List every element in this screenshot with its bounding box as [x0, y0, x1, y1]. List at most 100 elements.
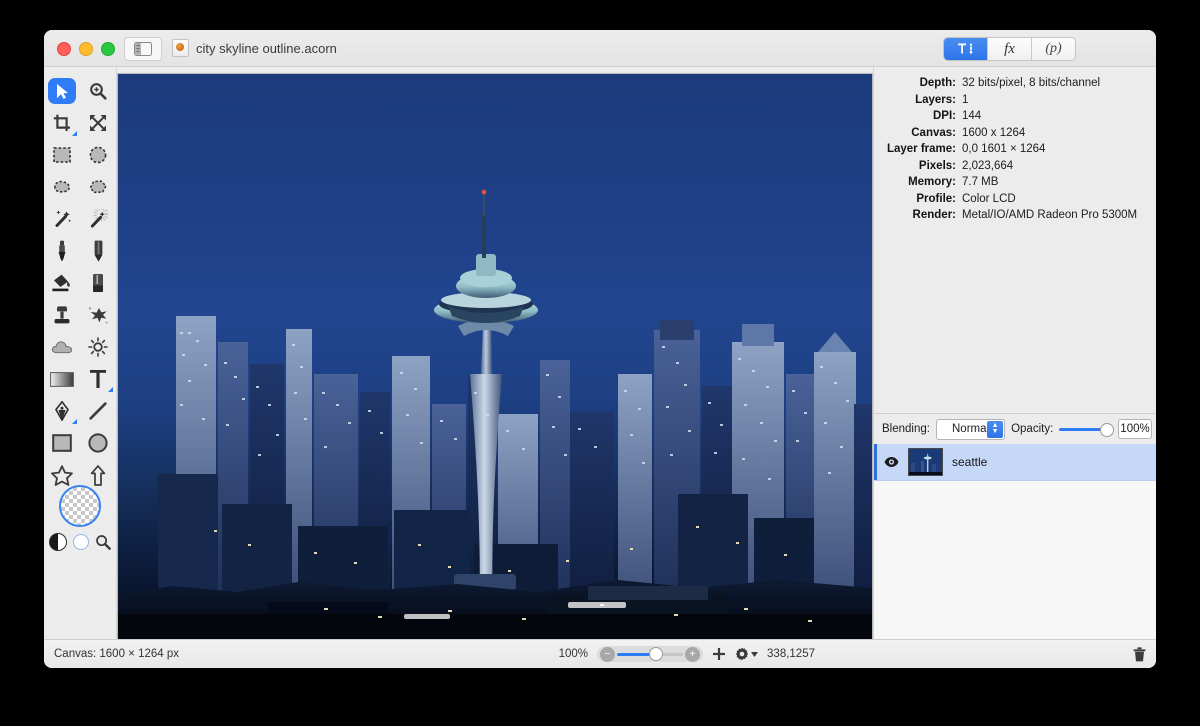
lasso-icon: [49, 175, 75, 199]
zoom-out-icon[interactable]: −: [600, 646, 616, 662]
pencil-tool[interactable]: [80, 235, 116, 267]
cloud-icon: [49, 335, 75, 359]
info-label: Pixels:: [918, 159, 956, 172]
info-row-memory: Memory: 7.7 MB: [874, 176, 1148, 188]
cursor-coordinates: 338,1257: [767, 648, 815, 660]
document-title-text: city skyline outline.acorn: [196, 40, 337, 56]
opacity-value-field[interactable]: 100%: [1118, 419, 1152, 440]
tab-info[interactable]: [944, 38, 988, 60]
color-picker-magnifier-icon[interactable]: [95, 534, 111, 550]
zoom-slider[interactable]: − +: [597, 646, 704, 662]
zoom-in-icon[interactable]: +: [685, 646, 701, 662]
eye-icon[interactable]: [884, 456, 899, 468]
magic-wand-dotted-icon: [85, 207, 111, 231]
transform-tool[interactable]: [80, 107, 116, 139]
opacity-label: Opacity:: [1011, 423, 1054, 436]
info-row-render: Render: Metal/IO/AMD Radeon Pro 5300M: [874, 209, 1148, 221]
circle-icon: [85, 431, 111, 455]
blending-label: Blending:: [882, 423, 930, 436]
image-canvas[interactable]: [117, 73, 873, 645]
move-tool[interactable]: [44, 75, 80, 107]
move-arrows-icon: [85, 111, 111, 135]
dodge-tool[interactable]: [80, 331, 116, 363]
eraser-icon: [85, 271, 111, 295]
crop-tool[interactable]: [44, 107, 80, 139]
info-row-dpi: DPI: 144: [874, 110, 1148, 122]
gradient-tool[interactable]: [44, 363, 80, 395]
brush-tool[interactable]: [44, 235, 80, 267]
title-bar: city skyline outline.acorn fx (p): [44, 30, 1156, 67]
paint-bucket-tool[interactable]: [44, 267, 80, 299]
opacity-slider[interactable]: [1059, 423, 1115, 438]
ellipse-shape-tool[interactable]: [80, 427, 116, 459]
info-label: Layer frame:: [886, 143, 956, 155]
document-title[interactable]: city skyline outline.acorn: [172, 30, 337, 66]
tab-filters[interactable]: fx: [988, 38, 1032, 60]
magic-wand-icon: [49, 207, 75, 231]
zoom-knob[interactable]: [649, 647, 664, 661]
zoom-button[interactable]: [101, 42, 115, 56]
rectangular-select-tool[interactable]: [44, 139, 80, 171]
blur-tool[interactable]: [44, 331, 80, 363]
zoom-level-label: 100%: [558, 648, 589, 660]
zoom-tool[interactable]: [80, 75, 116, 107]
close-button[interactable]: [57, 42, 71, 56]
add-layer-button[interactable]: [712, 647, 726, 661]
magic-wand-tool[interactable]: [44, 203, 80, 235]
info-row-pixels: Pixels: 2,023,664: [874, 160, 1148, 172]
brush-icon: [49, 239, 75, 263]
rectangle-shape-tool[interactable]: [44, 427, 80, 459]
elliptical-select-tool[interactable]: [80, 139, 116, 171]
clone-stamp-tool[interactable]: [44, 299, 80, 331]
color-mini-controls: [49, 533, 111, 551]
arrow-up-icon: [85, 463, 111, 487]
info-label: DPI:: [933, 110, 956, 122]
polygon-lasso-tool[interactable]: [80, 171, 116, 203]
fx-label: fx: [1004, 40, 1015, 57]
ellipse-marquee-icon: [85, 143, 111, 167]
info-row-layer-frame: Layer frame: 0,0 1601 × 1264: [874, 143, 1148, 155]
clone-stamp-icon: [49, 303, 75, 327]
layers-list[interactable]: seattle: [874, 444, 1156, 668]
blending-mode-select[interactable]: Normal ▲ ▼: [935, 418, 1006, 440]
canvas-size-label: Canvas: 1600 × 1264 px: [54, 648, 179, 660]
reset-colors-icon[interactable]: [73, 534, 89, 550]
tab-presets[interactable]: (p): [1032, 38, 1075, 60]
info-label: Canvas:: [911, 126, 956, 139]
select-similar-tool[interactable]: [80, 203, 116, 235]
square-icon: [49, 431, 75, 455]
eraser-tool[interactable]: [80, 267, 116, 299]
layer-actions-button[interactable]: [735, 647, 759, 661]
chevron-down-icon: [751, 651, 759, 657]
pen-tool[interactable]: [44, 395, 80, 427]
half-circle-swatch-icon[interactable]: [49, 533, 67, 551]
info-value: Color LCD: [962, 192, 1016, 205]
minimize-button[interactable]: [79, 42, 93, 56]
inspector-tab-group: fx (p): [943, 37, 1076, 61]
text-tool[interactable]: [80, 363, 116, 395]
polygon-lasso-icon: [85, 175, 111, 199]
sidebar-toggle-button[interactable]: [124, 37, 162, 61]
info-label: Layers:: [915, 93, 956, 106]
line-tool[interactable]: [80, 395, 116, 427]
canvas-area[interactable]: [117, 67, 873, 668]
smudge-tool[interactable]: [80, 299, 116, 331]
window-body: Depth: 32 bits/pixel, 8 bits/channel Lay…: [44, 67, 1156, 668]
opacity-value: 100%: [1120, 423, 1150, 436]
opacity-knob[interactable]: [1100, 423, 1115, 438]
tool-grid: [44, 75, 116, 491]
app-window: city skyline outline.acorn fx (p) Depth:…: [44, 30, 1156, 668]
foreground-color-well[interactable]: [59, 485, 101, 527]
chevron-updown-icon: ▲ ▼: [987, 420, 1004, 438]
info-row-depth: Depth: 32 bits/pixel, 8 bits/channel: [874, 77, 1148, 89]
status-bar-controls: 100% − + 338,1257: [559, 646, 1156, 662]
rect-marquee-icon: [49, 143, 75, 167]
info-label: Render:: [912, 209, 956, 221]
inspector-panel: Depth: 32 bits/pixel, 8 bits/channel Lay…: [873, 67, 1156, 668]
lasso-tool[interactable]: [44, 171, 80, 203]
tool-group-indicator: [72, 131, 77, 136]
layer-row[interactable]: seattle: [874, 444, 1156, 482]
delete-layer-button[interactable]: [1133, 646, 1146, 662]
color-controls: [44, 485, 116, 551]
tool-group-indicator: [108, 387, 113, 392]
